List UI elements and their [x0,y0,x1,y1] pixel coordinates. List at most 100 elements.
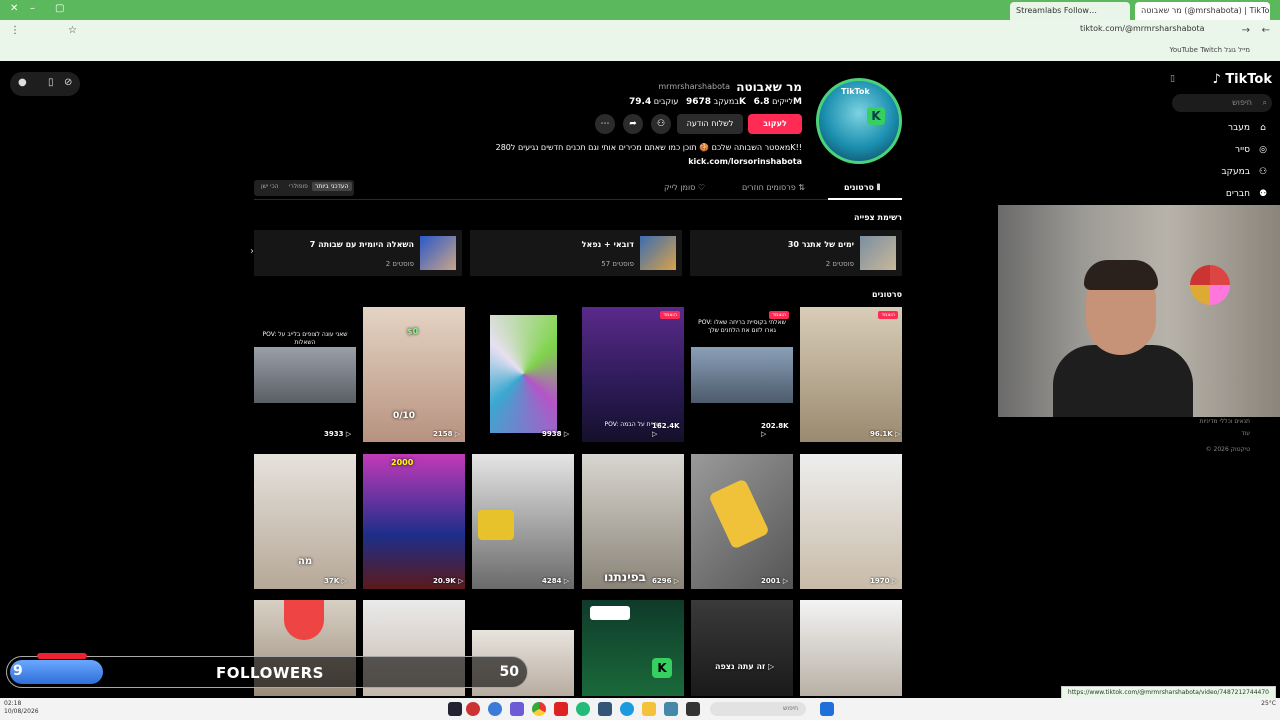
sort-latest[interactable]: העדכני ביותר [312,182,352,191]
footer-more[interactable]: עוד [1241,430,1250,437]
message-button[interactable]: לשלוח הודעה [677,114,743,134]
record-icon[interactable]: ● [18,77,27,88]
close-icon[interactable]: ✕ [10,3,18,14]
video-thumbnail[interactable]: 9938 ▷ [472,307,574,442]
app-icon[interactable] [664,702,678,716]
following-count[interactable]: 9678 [686,97,711,107]
video-thumbnail[interactable]: בפינתנו 6296 ▷ [582,454,684,589]
footer-terms[interactable]: תנאים וכללי מדיניות [1200,418,1250,425]
video-thumbnail[interactable]: 2000 20.9K ▷ [363,454,465,589]
pinned-badge: הוצמד [769,311,789,319]
star-icon[interactable]: ☆ [68,25,77,36]
time-label: 02:18 [4,700,22,707]
address-bar[interactable]: tiktok.com/@mrmrsharshabota [1080,24,1220,33]
add-friend-icon[interactable]: ⚇ [651,114,671,134]
menu-icon[interactable]: ⋮ [10,25,20,36]
pause-icon[interactable]: ▯ [48,77,54,88]
sidebar-item-following[interactable]: במעקב ⚇ [1221,164,1270,180]
kick-logo-icon: K [652,658,672,678]
video-thumbnail[interactable]: הוצמד POV: שהיית על הבמה 162.4K ▷ [582,307,684,442]
sort-popular[interactable]: פופולרי [286,182,311,191]
video-thumbnail[interactable]: הוצמד 96.1K ▷ [800,307,902,442]
windows-icon[interactable] [820,702,834,716]
forward-icon[interactable]: → [1242,25,1250,36]
profile-link[interactable]: kick.com/lorsorinshabota [688,157,802,166]
logo-text: TikTok [1225,72,1272,87]
minimize-icon[interactable]: – [30,3,35,14]
playlist-card[interactable]: דובאי + נפאל 57 פוסטים [470,230,682,276]
view-count: 20.9K ▷ [433,577,464,585]
tab-reposts[interactable]: פרסומים חוזרים ⇅ [742,183,805,192]
sort-oldest[interactable]: הכי ישן [258,182,282,191]
view-count: 202.8K ▷ [761,422,789,438]
clock: 02:18 10/08/2026 [4,700,39,716]
app-icon[interactable] [686,702,700,716]
system-tray[interactable]: 25°C [1261,700,1276,708]
sidebar: ♪ TikTok ▯ חיפוש ⌕ מעבר ⌂ סייר ◎ במעקב ⚇ חבר… [1170,64,1280,204]
more-icon[interactable]: ⋯ [595,114,615,134]
tab-videos[interactable]: סרטונים ⦀ [844,183,880,193]
video-frame [691,347,793,403]
sidebar-item-label: סייר [1235,145,1250,155]
video-thumbnail[interactable]: $0 0/10 2158 ▷ [363,307,465,442]
goal-progress-fill [10,660,103,684]
playlist-card[interactable]: השאלה היומית עם שבותה 7 2 פוסטים [254,230,462,276]
collapse-icon[interactable]: ▯ [1170,74,1175,84]
playlist-count: 2 פוסטים [385,260,414,268]
video-frame [478,510,514,540]
app-icon[interactable] [510,702,524,716]
sidebar-item-friends[interactable]: חברים ⚉ [1226,186,1270,202]
goal-label: FOLLOWERS [216,664,324,682]
settings-icon[interactable]: ⊘ [64,77,72,88]
app-icon[interactable] [448,702,462,716]
pinned-badge: הוצמד [660,311,680,319]
watched-text: זה עתה נצפה [715,662,766,671]
video-thumbnail[interactable] [800,600,902,696]
chevron-left-icon[interactable]: › [250,246,254,257]
playlist-title: דובאי + נפאל [581,240,634,249]
taskbar-search[interactable]: חיפוש [710,702,806,716]
video-thumbnail[interactable]: 2001 ▷ [691,454,793,589]
chrome-icon[interactable] [532,702,546,716]
view-count-value: 37K [324,577,340,585]
app-icon[interactable] [598,702,612,716]
view-count-value: 9938 [542,430,562,438]
tab-liked[interactable]: סומן לייק ♡ [664,183,705,192]
search-input[interactable]: חיפוש ⌕ [1172,94,1272,112]
sort-toggle: העדכני ביותר פופולרי הכי ישן [254,180,354,196]
video-thumbnail[interactable]: 1970 ▷ [800,454,902,589]
goal-current: 9 [13,663,23,679]
profile-bio: מאסטר השבותה שלכם 🍪 תוכן כמו שאתם מכירים… [495,143,802,152]
video-thumbnail[interactable]: מה 37K ▷ [254,454,356,589]
tab-streamlabs[interactable]: Streamlabs Follow… [1010,2,1130,20]
video-thumbnail[interactable]: זה עתה נצפה ▷ [691,600,793,696]
video-thumbnail[interactable]: POV: שאני עונה לצופים בלייב על השאלות 393… [254,307,356,442]
temperature: 25°C [1261,700,1276,707]
video-thumbnail[interactable]: 4284 ▷ [472,454,574,589]
playlist-thumbnail [860,236,896,270]
app-icon[interactable] [488,702,502,716]
followers-goal-bar: 9 FOLLOWERS 50 [6,653,528,688]
folder-icon[interactable] [642,702,656,716]
sidebar-item-explore[interactable]: סייר ◎ [1235,142,1270,158]
video-thumbnail[interactable]: הוצמד POV: שאלתי בקוסיית בריחה שאלו גארו … [691,307,793,442]
follow-button[interactable]: לעקוב [748,114,802,134]
tiktok-logo[interactable]: ♪ TikTok [1212,72,1272,87]
sidebar-item-label: חברים [1225,189,1250,199]
maximize-icon[interactable]: ▢ [55,3,64,14]
playlist-card[interactable]: 30 ימים של אתגר 2 פוסטים [690,230,902,276]
view-count: 4284 ▷ [542,577,570,585]
app-icon[interactable] [466,702,480,716]
active-tab-indicator [828,198,902,200]
bookmarks-bar[interactable]: YouTube Twitch מייל גוגל [1170,46,1250,54]
whatsapp-icon[interactable] [576,702,590,716]
share-icon[interactable]: ➦ [623,114,643,134]
tab-tiktok[interactable]: מר שאבוטה (@mrshabota) | TikTok [1135,2,1270,20]
app-icon[interactable] [554,702,568,716]
back-icon[interactable]: ← [1262,25,1270,36]
avatar-badge: TikTok [841,87,870,96]
sidebar-item-home[interactable]: מעבר ⌂ [1228,120,1270,136]
profile-avatar[interactable]: TikTok K [816,78,902,164]
video-thumbnail[interactable]: K [582,600,684,696]
edge-icon[interactable] [620,702,634,716]
